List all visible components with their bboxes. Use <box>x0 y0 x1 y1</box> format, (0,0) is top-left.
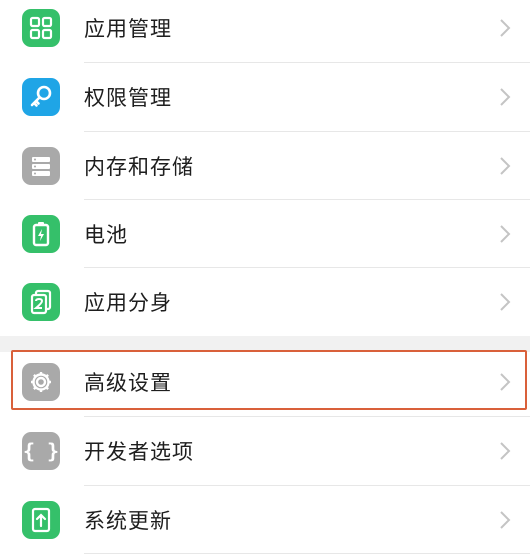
chevron-right-icon <box>500 293 511 311</box>
settings-item-label: 高级设置 <box>84 371 172 395</box>
chevron-right-icon <box>500 225 511 243</box>
settings-item-app-clone[interactable]: 应用分身 <box>0 268 530 336</box>
settings-item-label: 开发者选项 <box>84 440 194 464</box>
gear-icon <box>22 363 60 401</box>
settings-item-battery[interactable]: 电池 <box>0 200 530 268</box>
settings-item-app-management[interactable]: 应用管理 <box>0 0 530 62</box>
key-icon <box>22 78 60 116</box>
app-grid-icon <box>22 9 60 47</box>
braces-icon: { } <box>22 432 60 470</box>
settings-item-system-update[interactable]: 系统更新 <box>0 486 530 554</box>
chevron-right-icon <box>500 19 511 37</box>
chevron-right-icon <box>500 88 511 106</box>
storage-icon <box>22 147 60 185</box>
chevron-right-icon <box>500 157 511 175</box>
update-icon <box>22 501 60 539</box>
app-clone-icon <box>22 283 60 321</box>
settings-item-label: 应用管理 <box>84 17 172 41</box>
settings-item-label: 电池 <box>84 223 128 247</box>
settings-item-permission-management[interactable]: 权限管理 <box>0 63 530 131</box>
divider <box>84 553 530 554</box>
settings-item-label: 应用分身 <box>84 291 172 315</box>
settings-item-label: 系统更新 <box>84 509 172 533</box>
settings-item-developer-options[interactable]: { } 开发者选项 <box>0 417 530 485</box>
settings-item-label: 内存和存储 <box>84 155 194 179</box>
settings-item-advanced-settings[interactable]: 高级设置 <box>0 350 530 414</box>
settings-item-label: 权限管理 <box>84 86 172 110</box>
settings-item-memory-storage[interactable]: 内存和存储 <box>0 132 530 200</box>
chevron-right-icon <box>500 442 511 460</box>
chevron-right-icon <box>500 373 511 391</box>
battery-icon <box>22 215 60 253</box>
chevron-right-icon <box>500 511 511 529</box>
